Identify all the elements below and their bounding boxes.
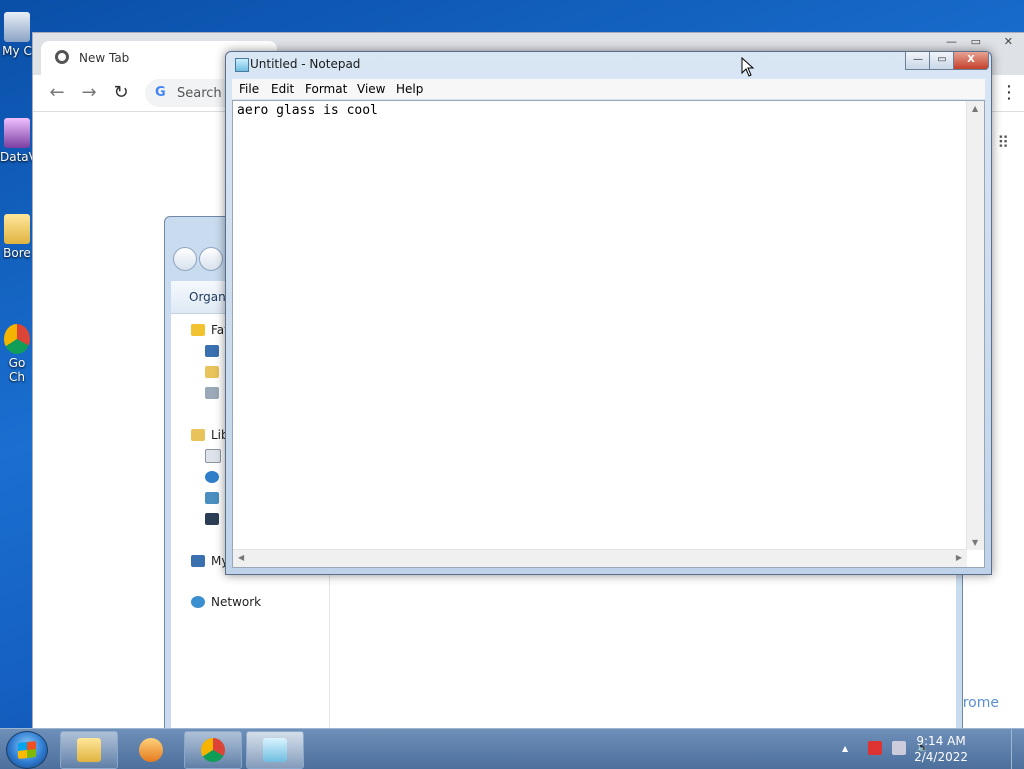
taskbar-chrome-button[interactable] bbox=[184, 731, 242, 769]
taskbar-media-player-button[interactable] bbox=[122, 731, 180, 769]
desktop-icon-label: Go bbox=[8, 356, 26, 370]
chrome-maximize-icon[interactable]: ▭ bbox=[971, 35, 981, 48]
menu-file[interactable]: File bbox=[239, 82, 259, 96]
menu-bar: File Edit Format View Help bbox=[232, 79, 985, 99]
computer-icon bbox=[191, 555, 205, 567]
clock-date: 2/4/2022 bbox=[914, 750, 968, 764]
chrome-icon bbox=[4, 324, 30, 354]
desktop-icon-label-line2: Ch bbox=[9, 370, 25, 384]
chrome-favicon-icon bbox=[55, 50, 69, 64]
explorer-nav-buttons bbox=[173, 247, 225, 274]
folder-icon bbox=[4, 214, 30, 244]
menu-view[interactable]: View bbox=[357, 82, 385, 96]
network-icon bbox=[191, 596, 205, 608]
desktop-icon-label: Bore bbox=[3, 246, 31, 260]
notepad-icon bbox=[235, 58, 249, 72]
taskbar-explorer-button[interactable] bbox=[60, 731, 118, 769]
close-button[interactable]: X bbox=[953, 52, 989, 70]
chrome-close-icon[interactable]: ✕ bbox=[1004, 35, 1013, 48]
chrome-menu-icon[interactable]: ⋮ bbox=[999, 83, 1019, 103]
videos-icon bbox=[205, 513, 219, 525]
taskbar-notepad-button[interactable] bbox=[246, 731, 304, 769]
desktop-icon-bore[interactable]: Bore bbox=[0, 214, 34, 260]
windows-logo-icon bbox=[18, 741, 36, 759]
desktop-icon-label: My C bbox=[2, 44, 32, 58]
google-g-icon: G bbox=[155, 85, 166, 100]
scroll-down-icon[interactable]: ▼ bbox=[972, 538, 978, 547]
recent-places-icon bbox=[205, 387, 219, 399]
vertical-scrollbar[interactable]: ▲ ▼ bbox=[966, 101, 984, 550]
action-center-flag-icon[interactable] bbox=[868, 741, 882, 755]
horizontal-scrollbar[interactable]: ◀ ▶ bbox=[233, 549, 967, 567]
show-desktop-button[interactable] bbox=[1011, 729, 1024, 769]
desktop-icon-google-chrome[interactable]: Go Ch bbox=[0, 324, 34, 384]
pictures-icon bbox=[205, 492, 219, 504]
forward-arrow-icon[interactable]: → bbox=[79, 83, 99, 103]
scroll-right-icon[interactable]: ▶ bbox=[956, 553, 962, 562]
minimize-button[interactable]: — bbox=[905, 52, 931, 70]
window-title: Untitled - Notepad bbox=[250, 57, 361, 71]
desktop-icon bbox=[205, 345, 219, 357]
network-item[interactable]: Network bbox=[191, 595, 261, 609]
clock-time: 9:14 AM bbox=[916, 734, 966, 748]
network-label: Network bbox=[211, 595, 262, 609]
downloads-folder-icon bbox=[205, 366, 219, 378]
text-editor-area[interactable]: aero glass is cool ▲ ▼ ◀ ▶ bbox=[232, 100, 985, 568]
menu-edit[interactable]: Edit bbox=[271, 82, 294, 96]
google-apps-icon[interactable]: ⠿ bbox=[997, 133, 1009, 152]
star-icon bbox=[191, 324, 205, 336]
desktop-icon-datav[interactable]: DataV bbox=[0, 118, 37, 164]
forward-button[interactable] bbox=[199, 247, 223, 271]
desktop-icon-my-computer[interactable]: My C bbox=[0, 12, 34, 58]
scroll-left-icon[interactable]: ◀ bbox=[238, 553, 244, 562]
maximize-button[interactable]: ▭ bbox=[929, 52, 955, 70]
mouse-cursor-icon bbox=[741, 57, 755, 77]
back-arrow-icon[interactable]: ← bbox=[47, 83, 67, 103]
menu-help[interactable]: Help bbox=[396, 82, 423, 96]
tab-title: New Tab bbox=[79, 51, 130, 65]
documents-icon bbox=[205, 449, 221, 463]
computer-icon bbox=[4, 12, 30, 42]
back-button[interactable] bbox=[173, 247, 197, 271]
taskbar: ▲ 🔈 9:14 AM 2/4/2022 bbox=[0, 728, 1024, 769]
notepad-icon bbox=[263, 738, 287, 762]
chrome-minimize-icon[interactable]: — bbox=[946, 35, 957, 48]
libraries-icon bbox=[191, 429, 205, 441]
document-text: aero glass is cool bbox=[237, 103, 378, 118]
shortcut-icon bbox=[4, 118, 30, 148]
folder-icon bbox=[77, 738, 101, 762]
chrome-icon bbox=[201, 738, 225, 762]
scroll-up-icon[interactable]: ▲ bbox=[972, 104, 978, 113]
menu-format[interactable]: Format bbox=[305, 82, 347, 96]
network-tray-icon[interactable] bbox=[892, 741, 906, 755]
clock[interactable]: 9:14 AM 2/4/2022 bbox=[914, 733, 968, 765]
show-hidden-icons-arrow[interactable]: ▲ bbox=[842, 744, 856, 758]
music-icon bbox=[205, 471, 219, 483]
start-button[interactable] bbox=[6, 731, 48, 769]
notepad-window[interactable]: Untitled - Notepad — ▭ X File Edit Forma… bbox=[225, 51, 992, 575]
media-player-icon bbox=[139, 738, 163, 762]
computer-item[interactable]: My bbox=[191, 554, 228, 568]
reload-icon[interactable]: ↻ bbox=[111, 83, 131, 103]
